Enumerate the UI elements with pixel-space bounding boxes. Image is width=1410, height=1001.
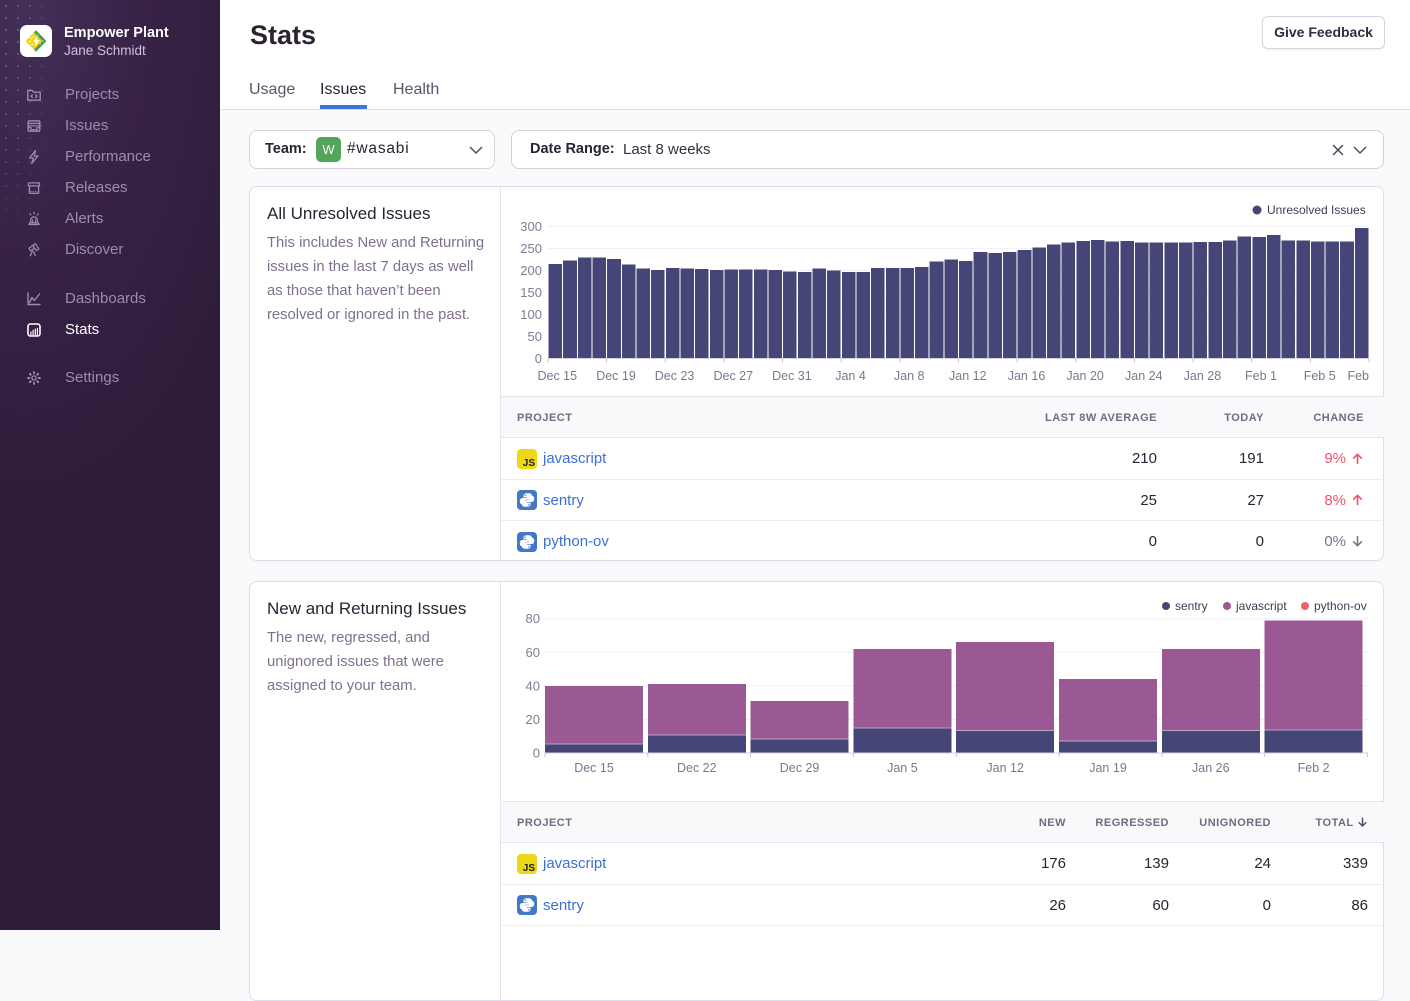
svg-text:Dec 22: Dec 22 (677, 761, 717, 775)
svg-text:Feb 5: Feb 5 (1304, 369, 1336, 383)
svg-text:Dec 29: Dec 29 (780, 761, 820, 775)
svg-text:50: 50 (528, 329, 542, 344)
svg-text:Jan 24: Jan 24 (1125, 369, 1163, 383)
svg-text:Jan 19: Jan 19 (1089, 761, 1127, 775)
svg-text:40: 40 (526, 678, 540, 693)
svg-text:Dec 15: Dec 15 (537, 369, 577, 383)
svg-text:Dec 23: Dec 23 (655, 369, 695, 383)
svg-text:Dec 15: Dec 15 (574, 761, 614, 775)
svg-text:Dec 19: Dec 19 (596, 369, 636, 383)
svg-text:200: 200 (520, 263, 542, 278)
svg-text:0: 0 (535, 351, 542, 366)
svg-text:Unresolved Issues: Unresolved Issues (1267, 203, 1366, 217)
svg-text:javascript: javascript (1235, 599, 1287, 613)
svg-text:20: 20 (526, 712, 540, 727)
svg-text:250: 250 (520, 241, 542, 256)
svg-text:Feb: Feb (1347, 369, 1369, 383)
svg-text:Feb 2: Feb 2 (1298, 761, 1330, 775)
svg-text:60: 60 (526, 645, 540, 660)
svg-text:Dec 27: Dec 27 (713, 369, 753, 383)
svg-text:80: 80 (526, 611, 540, 626)
svg-text:0: 0 (533, 746, 540, 761)
svg-text:Jan 5: Jan 5 (887, 761, 918, 775)
svg-text:Jan 16: Jan 16 (1008, 369, 1046, 383)
svg-text:python-ov: python-ov (1314, 599, 1367, 613)
svg-text:150: 150 (520, 285, 542, 300)
svg-text:300: 300 (520, 219, 542, 234)
svg-text:Jan 20: Jan 20 (1066, 369, 1104, 383)
svg-text:Jan 26: Jan 26 (1192, 761, 1230, 775)
svg-text:Jan 4: Jan 4 (835, 369, 866, 383)
svg-text:100: 100 (520, 307, 542, 322)
svg-text:Jan 12: Jan 12 (949, 369, 987, 383)
svg-text:Dec 31: Dec 31 (772, 369, 812, 383)
svg-text:sentry: sentry (1175, 599, 1208, 613)
svg-text:Jan 28: Jan 28 (1184, 369, 1222, 383)
svg-text:Feb 1: Feb 1 (1245, 369, 1277, 383)
svg-text:Jan 8: Jan 8 (894, 369, 925, 383)
svg-text:Jan 12: Jan 12 (986, 761, 1024, 775)
